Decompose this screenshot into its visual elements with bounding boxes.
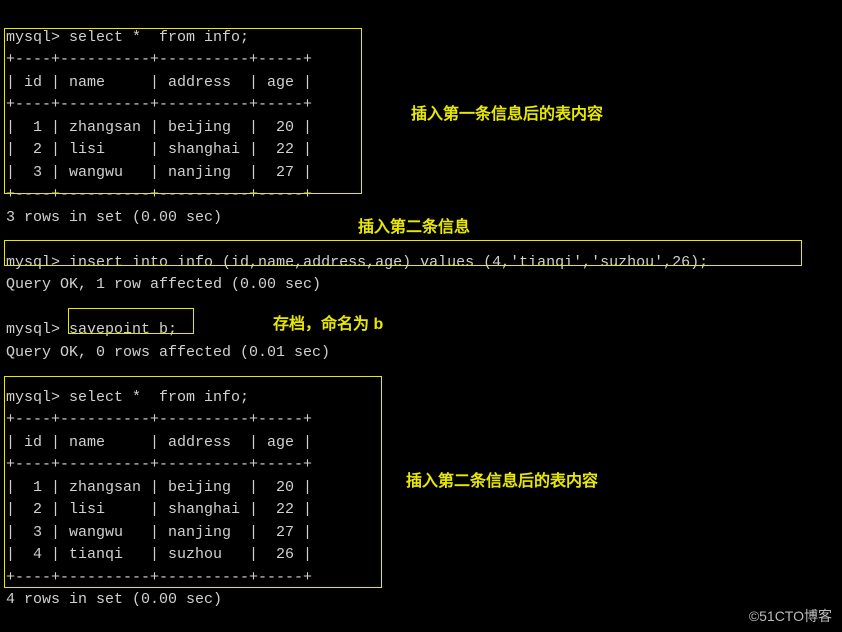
insert-status: Query OK, 1 row affected (0.00 sec) <box>6 276 321 293</box>
highlight-box-savepoint <box>68 308 194 334</box>
watermark: ©51CTO博客 <box>749 606 832 626</box>
annotation-1: 插入第一条信息后的表内容 <box>411 100 603 124</box>
annotation-3: 存档，命名为 b <box>273 310 383 334</box>
savepoint-status: Query OK, 0 rows affected (0.01 sec) <box>6 344 330 361</box>
table2-status: 4 rows in set (0.00 sec) <box>6 591 222 608</box>
highlight-box-insert <box>4 240 802 266</box>
highlight-box-table1 <box>4 28 362 194</box>
table1-status: 3 rows in set (0.00 sec) <box>6 209 222 226</box>
prompt: mysql> <box>6 321 60 338</box>
annotation-4: 插入第二条信息后的表内容 <box>406 467 598 491</box>
annotation-2: 插入第二条信息 <box>358 213 470 237</box>
highlight-box-table2 <box>4 376 382 588</box>
